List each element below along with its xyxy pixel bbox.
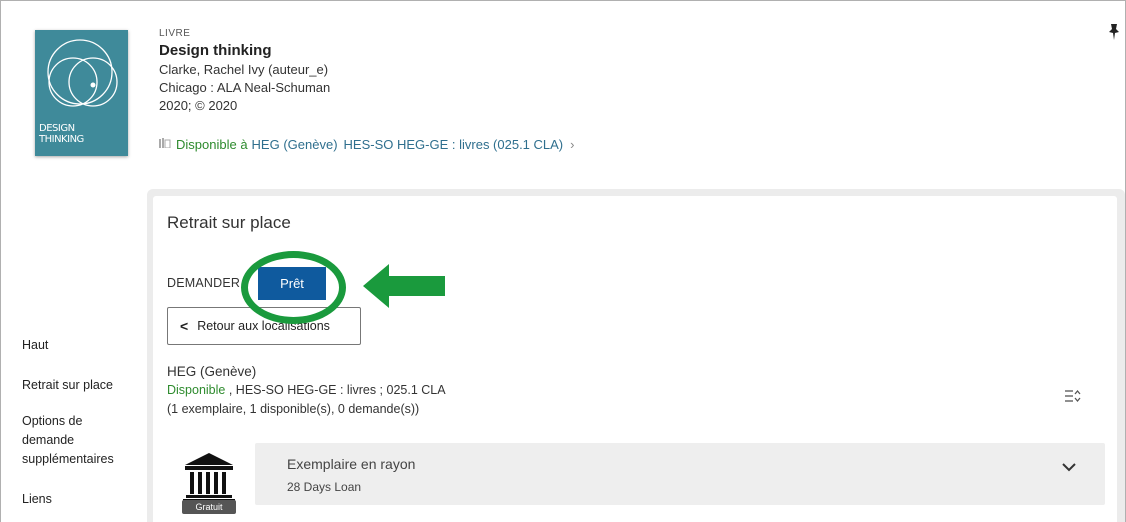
- chevron-left-icon: <: [180, 318, 189, 334]
- arrow-left-annotation: [363, 264, 445, 308]
- nav-item-retrait[interactable]: Retrait sur place: [22, 376, 113, 395]
- availability-link[interactable]: Disponible à HEG (Genève) HES-SO HEG-GE …: [159, 137, 575, 152]
- chevron-down-icon[interactable]: [1062, 462, 1076, 472]
- location-name: HEG (Genève): [167, 364, 257, 379]
- availability-status: Disponible à: [176, 137, 248, 152]
- record-type: LIVRE: [159, 28, 191, 39]
- item-row[interactable]: [255, 443, 1105, 505]
- availability-location: HES-SO HEG-GE : livres (025.1 CLA): [343, 137, 564, 152]
- item-title: Exemplaire en rayon: [287, 456, 416, 472]
- book-icon: [159, 138, 171, 151]
- highlight-circle-annotation: [241, 251, 346, 324]
- location-counts: (1 exemplaire, 1 disponible(s), 0 demand…: [167, 402, 420, 416]
- record-publisher: Chicago : ALA Neal-Schuman: [159, 80, 331, 95]
- gratuit-badge: Gratuit: [182, 500, 236, 514]
- nav-item-options-line2[interactable]: demande: [22, 431, 74, 450]
- item-loan-policy: 28 Days Loan: [287, 480, 362, 494]
- cover-title-text: DESIGN THINKING: [39, 123, 84, 145]
- record-title[interactable]: Design thinking: [159, 42, 330, 59]
- pin-icon[interactable]: [1108, 24, 1120, 40]
- nav-item-haut[interactable]: Haut: [22, 336, 48, 355]
- nav-item-options-line1[interactable]: Options de: [22, 412, 82, 431]
- location-detail: , HES-SO HEG-GE : livres ; 025.1 CLA: [225, 383, 446, 397]
- nav-item-options-line3[interactable]: supplémentaires: [22, 450, 114, 469]
- nav-item-liens[interactable]: Liens: [22, 490, 52, 509]
- record-date: 2020; © 2020: [159, 98, 238, 113]
- chevron-right-icon: ›: [570, 137, 575, 152]
- request-label: DEMANDER: [167, 276, 241, 290]
- record-details: LIVRE Design thinking Clarke, Rachel Ivy…: [159, 28, 330, 113]
- availability-library: HEG (Genève): [251, 137, 338, 152]
- sort-icon[interactable]: [1065, 389, 1081, 406]
- book-cover-image[interactable]: DESIGN THINKING: [35, 30, 128, 156]
- location-status-line: Disponible , HES-SO HEG-GE : livres ; 02…: [167, 383, 446, 397]
- location-status: Disponible: [167, 383, 226, 397]
- panel-title: Retrait sur place: [167, 213, 291, 232]
- record-author[interactable]: Clarke, Rachel Ivy (auteur_e): [159, 62, 330, 77]
